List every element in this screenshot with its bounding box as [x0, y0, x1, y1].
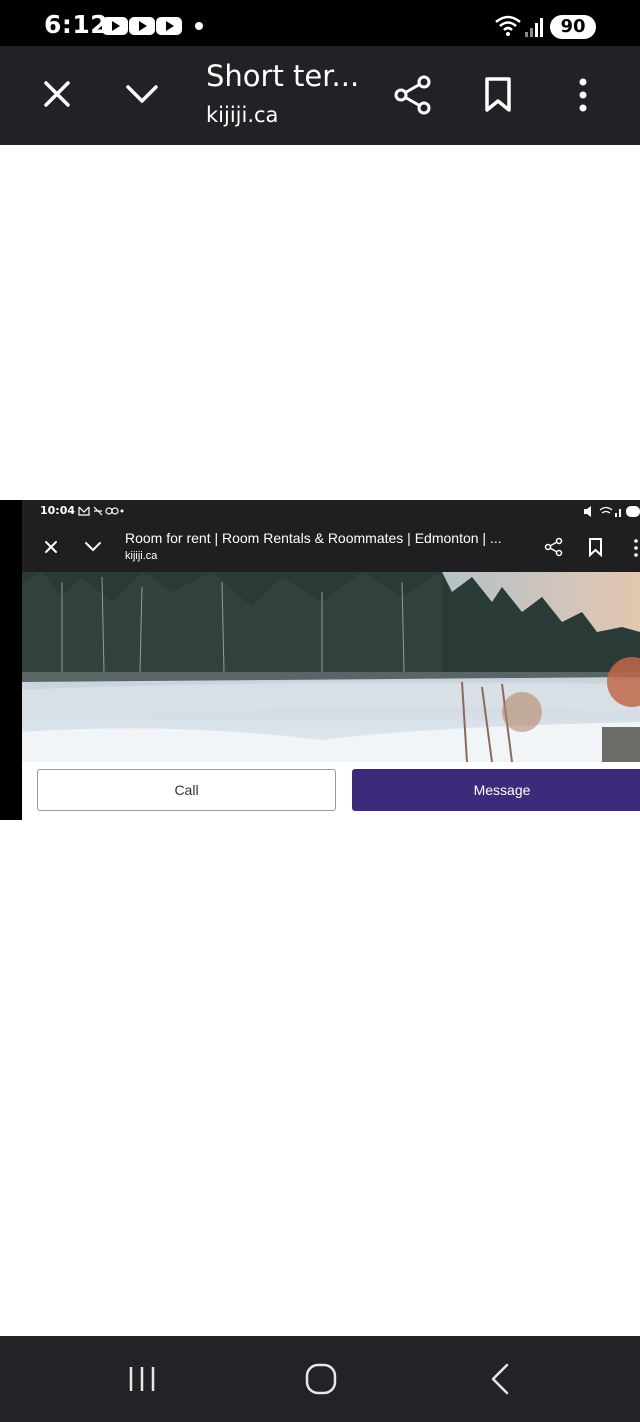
- share-icon[interactable]: [393, 75, 433, 115]
- more-vert-icon[interactable]: [575, 76, 591, 114]
- close-icon[interactable]: [42, 79, 72, 109]
- inner-page-title: Room for rent | Room Rentals & Roommates…: [125, 530, 502, 546]
- system-navigation-bar: [0, 1336, 640, 1422]
- youtube-notification-icon: [156, 17, 182, 35]
- chevron-down-icon[interactable]: [124, 82, 160, 106]
- home-icon[interactable]: [304, 1362, 338, 1396]
- close-icon: [45, 541, 57, 553]
- call-button: Call: [37, 769, 336, 811]
- screenshot-border: [0, 500, 22, 820]
- embedded-screenshot: 10:04 Room for rent | Room Rentals & Roo…: [0, 500, 640, 820]
- inner-page-domain: kijiji.ca: [125, 550, 158, 562]
- recent-apps-icon[interactable]: [127, 1364, 157, 1394]
- inner-toolbar: Room for rent | Room Rentals & Roommates…: [22, 522, 640, 572]
- share-icon: [544, 537, 563, 557]
- youtube-notification-icon: [102, 17, 128, 35]
- page-title: Short ter...: [206, 59, 360, 93]
- inner-status-time: 10:04: [40, 504, 76, 517]
- wifi-icon: [495, 15, 521, 36]
- status-time: 6:12: [44, 10, 109, 39]
- notification-icons: [78, 506, 124, 516]
- battery-indicator: 90: [550, 15, 596, 39]
- bookmark-icon: [589, 538, 602, 557]
- signal-icon: [525, 18, 543, 37]
- status-bar: 6:12 90: [0, 0, 640, 46]
- page-domain: kijiji.ca: [206, 103, 279, 127]
- inner-status-bar: 10:04: [22, 500, 640, 522]
- bookmark-icon[interactable]: [483, 76, 513, 114]
- back-icon[interactable]: [488, 1362, 512, 1396]
- message-button: Message: [352, 769, 640, 811]
- chevron-down-icon: [85, 542, 101, 552]
- more-vert-icon: [634, 539, 638, 557]
- listing-photo: [22, 572, 640, 762]
- custom-tab-toolbar: Short ter... kijiji.ca: [0, 46, 640, 145]
- youtube-notification-icon: [129, 17, 155, 35]
- inner-status-icons: [584, 506, 640, 517]
- more-notifications-dot: [195, 22, 203, 30]
